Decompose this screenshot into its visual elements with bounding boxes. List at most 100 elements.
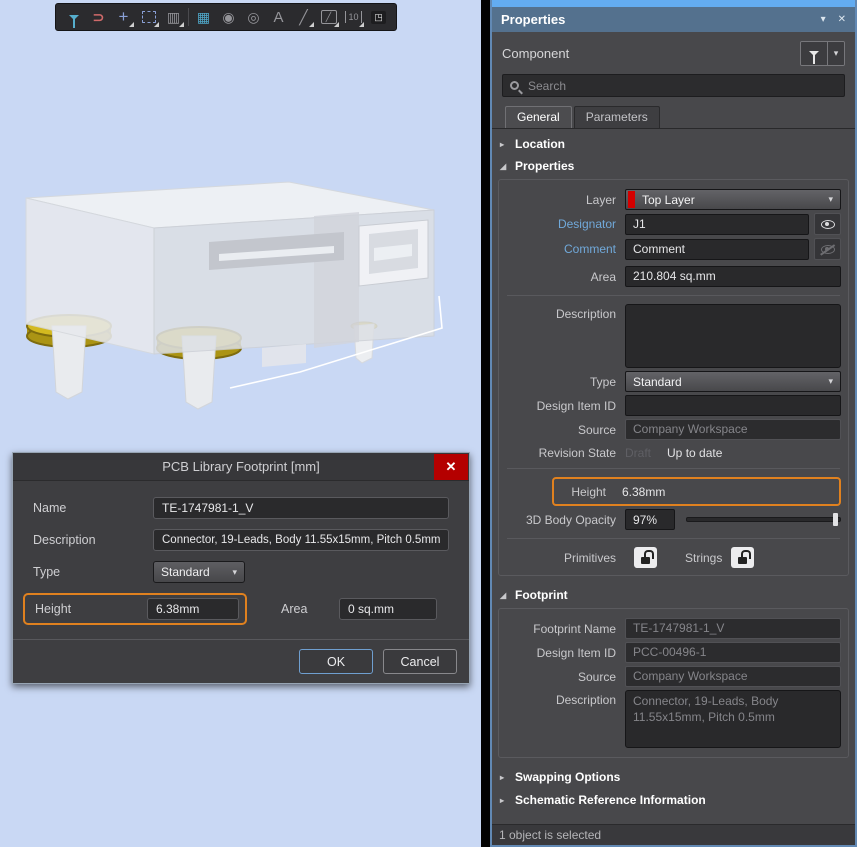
unlock-icon [641, 549, 654, 564]
primitives-lock-button[interactable] [634, 547, 657, 568]
designator-visibility-button[interactable] [814, 213, 841, 235]
separator [507, 295, 840, 296]
dialog-description-label: Description [33, 533, 96, 547]
tab-parameters[interactable]: Parameters [573, 106, 660, 128]
type-value: Standard [633, 374, 682, 389]
dialog-description-input[interactable] [153, 529, 449, 551]
section-footprint-label: Footprint [515, 588, 568, 602]
text-icon[interactable]: A [266, 5, 291, 29]
revision-state-value: Up to date [667, 446, 723, 460]
dialog-type-label: Type [33, 565, 61, 579]
dialog-name-input[interactable] [153, 497, 449, 519]
cancel-button[interactable]: Cancel [383, 649, 457, 674]
designator-label[interactable]: Designator [506, 217, 616, 231]
placement-grid-icon[interactable]: ▥ [161, 5, 186, 29]
panel-titlebar[interactable]: Properties ▾ ✕ [492, 7, 855, 32]
footprint-source-label: Source [577, 669, 616, 684]
dialog-titlebar[interactable]: PCB Library Footprint [mm] ✕ [13, 453, 469, 481]
strings-lock-button[interactable] [731, 547, 755, 568]
comment-input[interactable] [625, 238, 809, 260]
height-label: Height [571, 484, 606, 499]
panel-menu-icon[interactable]: ▾ [821, 14, 826, 25]
editor-toolbar: ⊃ + ▥ ▦ ◉ ◎ A ╱ ╱ 10 ◳ [55, 3, 397, 31]
magnet-icon[interactable]: ⊃ [86, 5, 111, 29]
panel-top-strip [492, 0, 855, 7]
eye-off-icon [820, 244, 835, 254]
opacity-label: 3D Body Opacity [525, 512, 616, 527]
comment-label[interactable]: Comment [506, 242, 616, 256]
footprint-design-item-id-value: PCC-00496-1 [625, 642, 841, 663]
section-location[interactable]: ▸ Location [492, 129, 855, 157]
expanded-arrow-icon: ◢ [500, 590, 507, 600]
area-label: Area [590, 269, 616, 284]
filter-dropdown-button[interactable]: ▾ [828, 42, 844, 65]
revision-state-label: Revision State [538, 446, 616, 460]
panel-close-icon[interactable]: ✕ [838, 14, 846, 25]
comment-visibility-button[interactable] [814, 238, 841, 260]
trace-glyph: ╱ [320, 10, 337, 24]
source-label: Source [577, 422, 616, 437]
separator [507, 538, 840, 539]
properties-group: Layer Top Layer ▾ Designator Comment Are… [498, 179, 849, 576]
line-icon[interactable]: ╱ [291, 5, 316, 29]
filter-button[interactable] [801, 42, 828, 65]
search-box [502, 74, 845, 97]
opacity-slider[interactable] [686, 513, 841, 527]
footprint-description-value: Connector, 19-Leads, Body 11.55x15mm, Pi… [625, 690, 841, 748]
dialog-type-value: Standard [161, 565, 210, 579]
toolbar-separator [188, 8, 189, 26]
revision-draft: Draft [625, 446, 652, 460]
layer-color-swatch [628, 191, 635, 208]
section-swapping-label: Swapping Options [515, 770, 621, 784]
pcb-footprint-dialog: PCB Library Footprint [mm] ✕ Name Descri… [12, 452, 470, 684]
filter-icon [809, 51, 819, 56]
opacity-input[interactable] [625, 509, 675, 530]
layer-value: Top Layer [642, 192, 695, 207]
dialog-name-label: Name [33, 501, 67, 515]
collapsed-arrow-icon: ▸ [500, 772, 505, 782]
source-value: Company Workspace [625, 419, 841, 440]
section-location-label: Location [515, 137, 565, 151]
trace-icon[interactable]: ╱ [316, 5, 341, 29]
filter-icon[interactable] [61, 5, 86, 29]
description-label: Description [555, 307, 616, 321]
pad-icon[interactable]: ◉ [216, 5, 241, 29]
section-swapping-options[interactable]: ▸ Swapping Options [492, 762, 855, 790]
component-3d-view[interactable] [14, 176, 444, 416]
dialog-height-highlight: Height [23, 593, 247, 625]
section-footprint[interactable]: ◢ Footprint [492, 580, 855, 608]
designator-input[interactable] [625, 213, 809, 235]
strings-label: Strings [685, 550, 723, 565]
design-item-id-input[interactable] [625, 395, 841, 416]
search-input[interactable] [526, 77, 837, 94]
dialog-close-button[interactable]: ✕ [434, 454, 468, 480]
component-chip-icon[interactable]: ▦ [191, 5, 216, 29]
selection-rect-icon[interactable] [136, 5, 161, 29]
dialog-type-select[interactable]: Standard ▾ [153, 561, 245, 583]
type-select[interactable]: Standard ▾ [625, 371, 841, 392]
tab-general[interactable]: General [505, 106, 572, 128]
expanded-arrow-icon: ◢ [500, 161, 507, 171]
via-icon[interactable]: ◎ [241, 5, 266, 29]
dimension-icon[interactable]: 10 [341, 5, 366, 29]
section-properties-label: Properties [515, 159, 575, 173]
dialog-height-input[interactable] [147, 598, 239, 620]
filter-split-button: ▾ [800, 41, 845, 66]
ok-button[interactable]: OK [299, 649, 373, 674]
crosshair-icon[interactable]: + [111, 5, 136, 29]
dialog-area-input[interactable] [339, 598, 437, 620]
layer-select[interactable]: Top Layer ▾ [625, 189, 841, 210]
eye-icon [820, 219, 835, 229]
height-input[interactable] [615, 481, 835, 502]
footprint-name-value: TE-1747981-1_V [625, 618, 841, 639]
footprint-source-value: Company Workspace [625, 666, 841, 687]
description-textarea[interactable] [625, 304, 841, 368]
room-icon[interactable]: ◳ [366, 5, 391, 29]
room-glyph: ◳ [371, 10, 386, 24]
slider-handle[interactable] [833, 513, 838, 526]
section-properties[interactable]: ◢ Properties [492, 157, 855, 179]
dialog-footer: OK Cancel [13, 639, 469, 683]
pane-divider[interactable] [481, 0, 490, 847]
slider-track [686, 517, 841, 522]
section-schematic-reference[interactable]: ▸ Schematic Reference Information [492, 790, 855, 813]
